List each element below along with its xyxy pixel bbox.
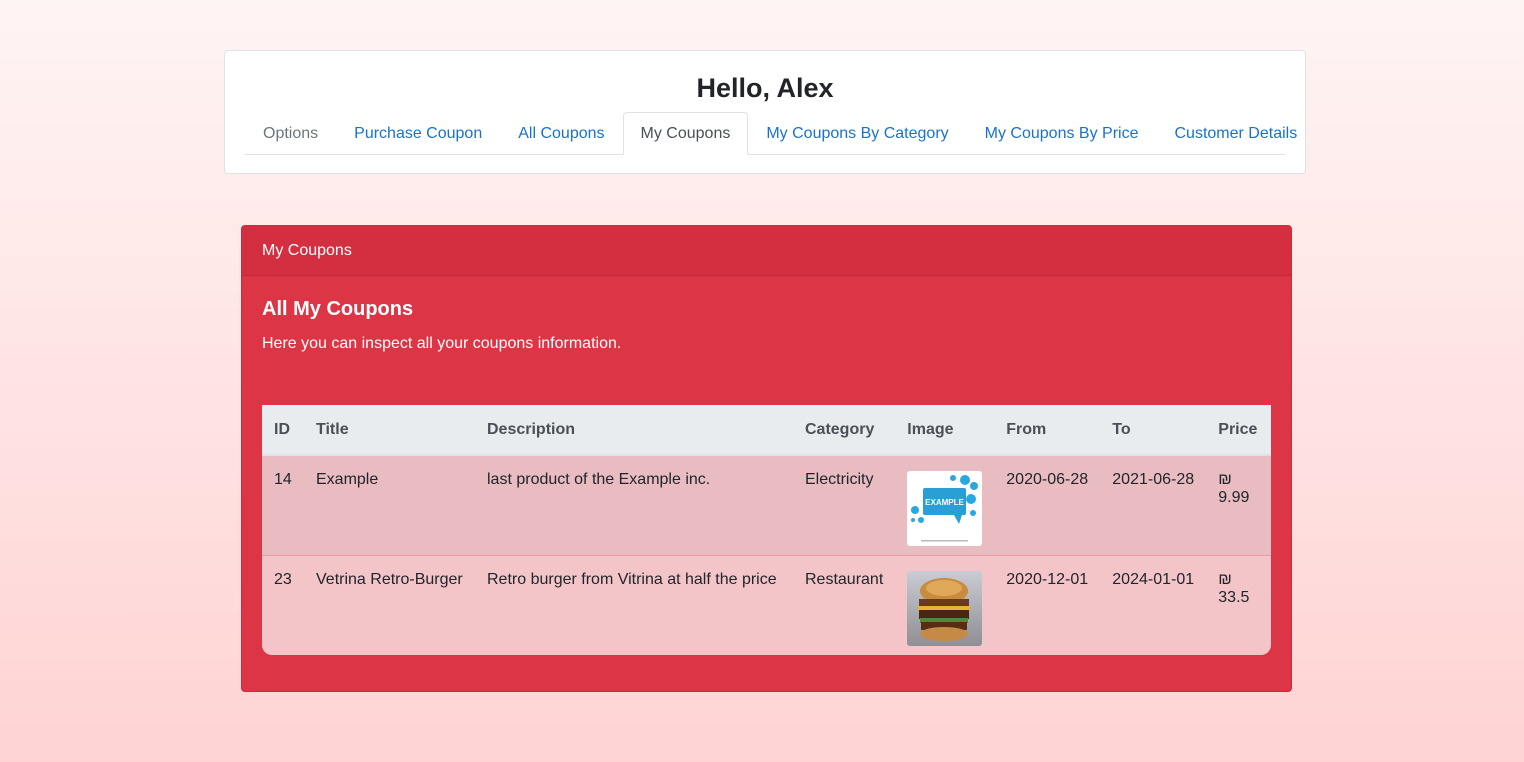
coupons-table: ID Title Description Category Image From… (262, 405, 1271, 655)
greeting-title: Hello, Alex (696, 73, 834, 103)
cell-from: 2020-12-01 (994, 555, 1101, 655)
table-header-row: ID Title Description Category Image From… (262, 405, 1271, 456)
column-header-to: To (1100, 405, 1207, 456)
column-header-image: Image (895, 405, 995, 456)
tab-my-coupons-by-category[interactable]: My Coupons By Category (748, 112, 966, 155)
cell-title: Example (304, 455, 475, 556)
tab-all-coupons[interactable]: All Coupons (500, 112, 622, 155)
header-card: Hello, Alex Options Purchase Coupon All … (224, 50, 1306, 174)
cell-price: ₪ 33.5 (1206, 555, 1271, 655)
tab-my-coupons[interactable]: My Coupons (622, 112, 749, 155)
panel-header: My Coupons (242, 226, 1291, 276)
panel-title: All My Coupons (262, 298, 414, 320)
tab-purchase-coupon[interactable]: Purchase Coupon (336, 112, 500, 155)
cell-id: 23 (262, 555, 304, 655)
tab-options: Options (263, 125, 319, 142)
cell-description: last product of the Example inc. (475, 455, 793, 556)
cell-to: 2024-01-01 (1100, 555, 1207, 655)
tab-customer-details[interactable]: Customer Details (1157, 112, 1316, 155)
burger-image (907, 570, 983, 646)
nav-tabs: Options Purchase Coupon All Coupons My C… (245, 112, 1297, 155)
cell-from: 2020-06-28 (994, 455, 1101, 556)
coupons-panel: My Coupons All My Coupons Here you can i… (241, 225, 1292, 692)
example-logo-text: EXAMPLE (925, 498, 964, 507)
cell-image (895, 555, 995, 655)
cell-price: ₪ 9.99 (1206, 455, 1271, 556)
cell-title: Vetrina Retro-Burger (304, 555, 475, 655)
column-header-title: Title (304, 405, 475, 456)
cell-category: Restaurant (793, 555, 896, 655)
example-logo-image: EXAMPLE (907, 471, 983, 546)
cell-to: 2021-06-28 (1100, 455, 1207, 556)
column-header-price: Price (1206, 405, 1271, 456)
column-header-id: ID (262, 405, 304, 456)
cell-description: Retro burger from Vitrina at half the pr… (475, 555, 793, 655)
column-header-category: Category (793, 405, 896, 456)
table-row: 23 Vetrina Retro-Burger Retro burger fro… (262, 555, 1271, 655)
cell-category: Electricity (793, 455, 896, 556)
cell-id: 14 (262, 455, 304, 556)
cell-image: EXAMPLE (895, 455, 995, 556)
column-header-description: Description (475, 405, 793, 456)
panel-description: Here you can inspect all your coupons in… (262, 335, 622, 352)
tab-my-coupons-by-price[interactable]: My Coupons By Price (967, 112, 1157, 155)
coupons-table-wrap: ID Title Description Category Image From… (262, 405, 1271, 655)
column-header-from: From (994, 405, 1101, 456)
table-row: 14 Example last product of the Example i… (262, 455, 1271, 556)
